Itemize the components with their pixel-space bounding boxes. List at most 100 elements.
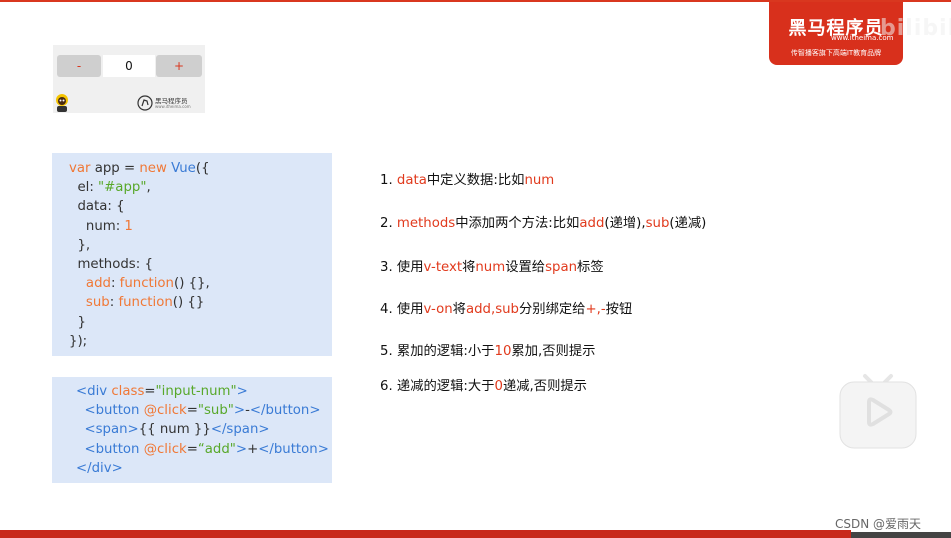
text-segment: @click (143, 403, 187, 419)
step-item: 2. methods中添加两个方法:比如add(递增),sub(递减) (380, 212, 706, 231)
text-segment: </button> (258, 441, 329, 457)
text-segment: , (146, 180, 151, 196)
text-segment: > (236, 384, 248, 399)
text-segment: el: (69, 180, 99, 196)
bottom-red-bar (0, 530, 851, 538)
text-segment: 将 (452, 302, 466, 317)
code-line: var app = new Vue({ (69, 159, 210, 178)
text-segment: new (139, 161, 172, 176)
text-segment: 4. 使用 (380, 302, 424, 317)
step-item: 5. 累加的逻辑:小于10累加,否则提示 (380, 340, 595, 359)
text-segment: data: { (69, 199, 125, 215)
text-segment: () {} (172, 295, 205, 311)
mascot-icon (56, 94, 68, 112)
text-segment: 标签 (577, 260, 604, 275)
text-segment: 递减,否则提示 (502, 379, 587, 394)
text-segment: v-text (423, 260, 463, 275)
text-segment: add (579, 216, 605, 231)
text-segment: 5. 累加的逻辑:小于 (380, 344, 495, 359)
bottom-dark-bar (851, 532, 951, 538)
code-line: data: { (69, 197, 125, 216)
code-line: sub: function() {} (69, 293, 204, 312)
code-line: </div> (76, 459, 123, 478)
text-segment: num (475, 260, 506, 275)
text-segment: </button> (249, 403, 321, 419)
code-line: num: 1 (69, 217, 133, 236)
step-item: 4. 使用v-on将add,sub分别绑定给+,-按钮 (380, 298, 632, 317)
text-segment: = (186, 403, 198, 419)
text-segment: ({ (195, 161, 210, 176)
brand-slogan: 传智播客旗下高端IT教育品牌 (790, 49, 882, 57)
text-segment: Vue (171, 161, 196, 176)
text-segment: 1. (380, 173, 397, 188)
text-segment: = (186, 441, 198, 457)
text-segment: + (247, 441, 259, 457)
code-line: <button @click=“add">+</button> (76, 440, 329, 459)
text-segment: <div (76, 384, 112, 399)
text-segment: “add" (197, 441, 236, 457)
input-num: - 0 + (57, 55, 202, 77)
text-segment: "input-num" (155, 384, 237, 399)
itheima-logo: 黑马程序员 www.itheima.com (137, 94, 203, 112)
text-segment: add,sub (465, 302, 519, 317)
text-segment: <button (84, 403, 144, 419)
text-segment: > (235, 441, 248, 457)
text-segment: app = (94, 161, 140, 176)
bilibili-watermark: bilibili (880, 16, 951, 41)
text-segment: <button (84, 441, 144, 457)
vue-instance-code: var app = new Vue({ el: "#app", data: { … (52, 153, 332, 356)
text-segment: 累加,否则提示 (511, 344, 596, 359)
step-item: 6. 递减的逻辑:大于0递减,否则提示 (380, 375, 587, 394)
step-item: 1. data中定义数据:比如num (380, 169, 554, 188)
text-segment: num: (69, 218, 125, 234)
code-line: <span>{{ num }}</span> (76, 420, 269, 439)
code-line: <button @click="sub">-</button> (76, 401, 321, 420)
counter-value: 0 (103, 55, 155, 77)
code-line: } (69, 313, 86, 332)
text-segment: 将 (462, 260, 476, 275)
text-segment (69, 295, 86, 310)
text-segment: > (233, 403, 246, 419)
text-segment: +,- (585, 302, 606, 317)
code-line: el: "#app", (69, 178, 151, 197)
text-segment: } (69, 314, 86, 330)
text-segment: (递增), (604, 216, 646, 231)
text-segment: 按钮 (605, 302, 633, 317)
text-segment: add (85, 276, 111, 292)
text-segment: 分别绑定给 (519, 302, 586, 317)
text-segment: 10 (494, 344, 512, 359)
text-segment: = (144, 384, 156, 399)
text-segment: 中定义数据:比如 (426, 173, 525, 188)
play-button-icon[interactable] (837, 372, 919, 452)
increment-button[interactable]: + (156, 55, 202, 77)
text-segment: 1 (124, 218, 133, 234)
text-segment: class (111, 384, 145, 399)
step-item: 3. 使用v-text将num设置给span标签 (380, 256, 604, 275)
text-segment: 3. 使用 (380, 260, 424, 275)
text-segment: var (69, 161, 95, 176)
code-line: methods: { (69, 255, 152, 274)
text-segment: () {}, (174, 276, 210, 292)
template-code: <div class="input-num"> <button @click="… (52, 377, 332, 483)
text-segment: num (524, 173, 555, 188)
csdn-watermark: CSDN @爱雨天 (835, 517, 922, 531)
code-line: }, (69, 236, 90, 255)
text-segment: sub (85, 295, 110, 311)
text-segment: span (545, 260, 578, 275)
text-segment: </div> (76, 460, 123, 476)
text-segment (69, 276, 86, 291)
text-segment: 中添加两个方法:比如 (455, 216, 580, 231)
horse-logo-icon (137, 95, 153, 111)
text-segment: methods (396, 216, 456, 231)
text-segment: @click (143, 441, 187, 457)
text-segment: 6. 递减的逻辑:大于 (380, 379, 495, 394)
decrement-button[interactable]: - (57, 55, 101, 77)
text-segment: "sub" (197, 403, 234, 419)
steps-list: 1. data中定义数据:比如num 2. methods中添加两个方法:比如ad… (380, 0, 800, 400)
text-segment: }, (69, 237, 91, 253)
text-segment: {{ num }} (138, 422, 211, 438)
text-segment: }); (69, 333, 88, 349)
code-line: }); (69, 332, 87, 351)
text-segment: v-on (423, 302, 453, 317)
counter-widget-preview: - 0 + 黑马程序员 www.itheima.com (53, 45, 205, 113)
